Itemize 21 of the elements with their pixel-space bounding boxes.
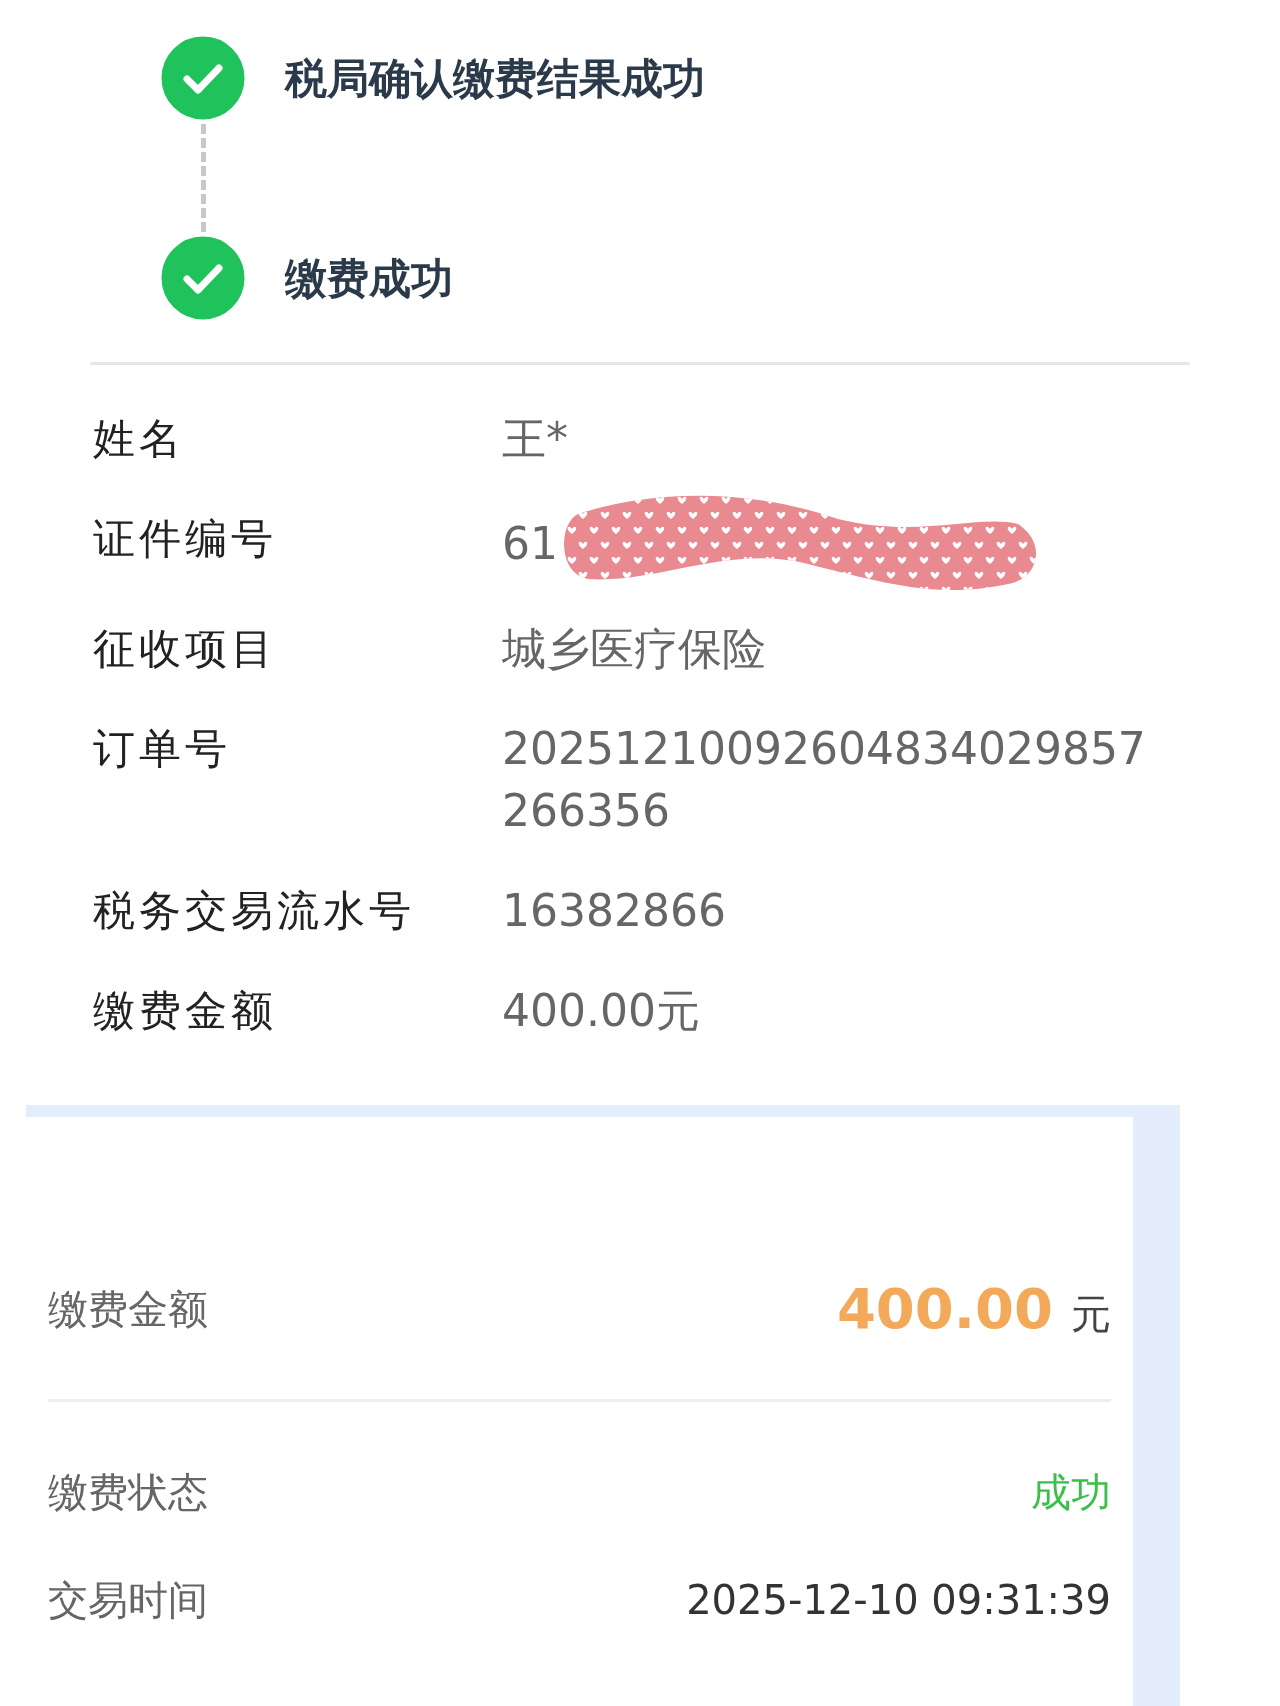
field-label: 征收项目 — [93, 623, 278, 675]
status-value: 成功 — [1031, 1468, 1111, 1517]
field-value: 16382866 — [502, 884, 726, 938]
step-title: 缴费成功 — [285, 252, 453, 305]
field-label: 证件编号 — [93, 513, 278, 565]
field-label: 订单号 — [93, 723, 232, 775]
amount-unit: 元 — [1071, 1290, 1111, 1339]
field-label: 姓名 — [93, 413, 186, 465]
field-value: 20251210092604834029857266356 — [502, 722, 1147, 838]
field-label: 缴费金额 — [93, 985, 278, 1037]
summary-label: 交易时间 — [48, 1576, 208, 1625]
time-value: 2025-12-10 09:31:39 — [686, 1576, 1111, 1625]
amount-value: 400.00 — [836, 1275, 1053, 1343]
summary-label: 缴费金额 — [48, 1285, 208, 1334]
summary-label: 缴费状态 — [48, 1468, 208, 1517]
field-label: 税务交易流水号 — [93, 885, 416, 937]
field-value: 400.00元 — [502, 984, 700, 1038]
field-value: 61 — [502, 517, 558, 571]
field-value: 王* — [502, 412, 568, 466]
field-value: 城乡医疗保险 — [502, 622, 766, 676]
step-title: 税局确认缴费结果成功 — [285, 52, 705, 105]
